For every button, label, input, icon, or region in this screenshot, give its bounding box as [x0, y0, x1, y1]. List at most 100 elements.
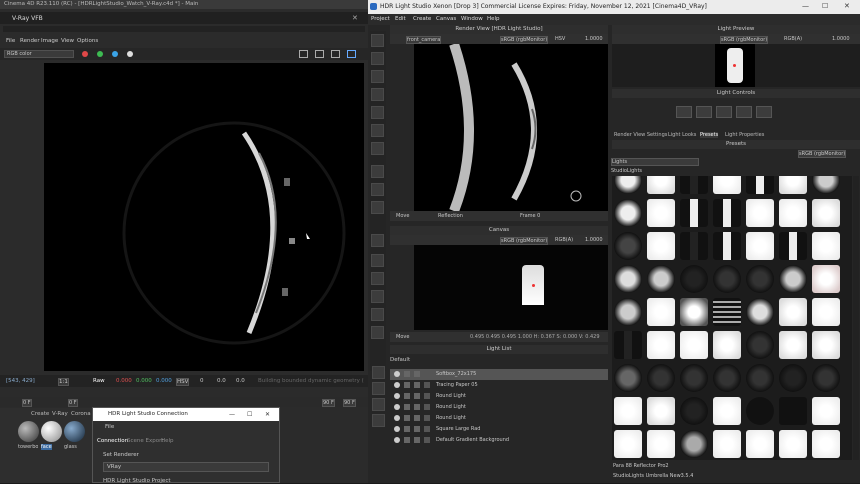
preset-thumbnail[interactable]: [647, 331, 675, 359]
tool-erase-icon[interactable]: [371, 70, 384, 83]
preset-thumbnail[interactable]: [614, 265, 642, 293]
visibility-icon[interactable]: [394, 415, 400, 421]
preset-thumbnail[interactable]: [647, 176, 675, 194]
preset-thumbnail[interactable]: [647, 265, 675, 293]
preset-thumbnail[interactable]: [647, 364, 675, 392]
menu-view[interactable]: View: [61, 38, 74, 44]
lock-icon[interactable]: [414, 426, 420, 432]
light-list-item[interactable]: Tracing Paper 05: [390, 380, 608, 391]
tab-presets[interactable]: Presets: [700, 132, 719, 138]
duplicate-light-icon[interactable]: [372, 398, 385, 411]
preview-exposure-value[interactable]: 1.0000: [832, 36, 850, 42]
preset-thumbnail[interactable]: [680, 232, 708, 260]
preset-thumbnail[interactable]: [746, 364, 774, 392]
preset-thumbnail[interactable]: [713, 298, 741, 326]
control-target-icon[interactable]: [756, 106, 772, 118]
tool-square-icon[interactable]: [371, 272, 384, 285]
mat-menu-corona[interactable]: Corona: [71, 411, 91, 417]
tool-select-icon[interactable]: [371, 34, 384, 47]
control-move-icon[interactable]: [676, 106, 692, 118]
camera-select[interactable]: front_camera: [406, 36, 442, 44]
render-icon[interactable]: [347, 50, 356, 58]
menu-canvas[interactable]: Canvas: [436, 16, 456, 22]
preset-thumbnail[interactable]: [614, 199, 642, 227]
preset-thumbnail[interactable]: [647, 397, 675, 425]
renderer-select[interactable]: VRay: [103, 462, 269, 472]
color-space-select[interactable]: sRGB (rgbMonitor): [500, 36, 549, 44]
vfb-render-viewport[interactable]: [44, 63, 364, 371]
preset-thumbnail[interactable]: [779, 176, 807, 194]
preset-thumbnail[interactable]: [746, 397, 774, 425]
close-icon[interactable]: ✕: [265, 411, 270, 418]
menu-project[interactable]: Project: [371, 16, 390, 22]
preview-color-space-select[interactable]: sRGB (rgbMonitor): [720, 36, 769, 44]
tool-strip-icon[interactable]: [371, 201, 384, 214]
preset-thumbnail[interactable]: [779, 364, 807, 392]
zoom-select[interactable]: 1:1: [58, 378, 69, 386]
menu-create[interactable]: Create: [413, 16, 431, 22]
light-list-item[interactable]: Round Light: [390, 402, 608, 413]
preset-thumbnail[interactable]: [614, 232, 642, 260]
preset-thumbnail[interactable]: [812, 199, 840, 227]
canvas-color-space-select[interactable]: sRGB (rgbMonitor): [500, 237, 549, 245]
tab-help[interactable]: Help: [161, 438, 174, 444]
preset-thumbnail[interactable]: [779, 232, 807, 260]
material-ball-glass[interactable]: [64, 421, 85, 442]
preset-thumbnail[interactable]: [746, 199, 774, 227]
frame-start[interactable]: 0 F: [22, 399, 32, 407]
exposure-value[interactable]: 1.0000: [585, 36, 603, 42]
preset-thumbnail[interactable]: [713, 331, 741, 359]
maximize-icon[interactable]: ☐: [822, 2, 828, 10]
preset-thumbnail[interactable]: [713, 176, 741, 194]
preset-thumbnail[interactable]: [812, 298, 840, 326]
reflection-mode-select[interactable]: Reflection: [438, 213, 463, 219]
save-icon[interactable]: [299, 50, 308, 58]
remove-light-icon[interactable]: [372, 382, 385, 395]
preset-thumbnail[interactable]: [746, 430, 774, 458]
light-list-item[interactable]: Default Gradient Background: [390, 435, 608, 446]
preset-thumbnail[interactable]: [812, 430, 840, 458]
preset-thumbnail[interactable]: [812, 331, 840, 359]
solo-icon[interactable]: [404, 382, 410, 388]
channel-select[interactable]: RGB color: [4, 50, 74, 58]
canvas-area[interactable]: [414, 245, 608, 330]
preset-thumbnail[interactable]: [746, 331, 774, 359]
presets-color-space-select[interactable]: sRGB (rgbMonitor): [798, 150, 847, 158]
preset-thumbnail[interactable]: [713, 430, 741, 458]
preset-thumbnail[interactable]: [812, 265, 840, 293]
preset-thumbnail[interactable]: [812, 176, 840, 194]
preset-thumbnail[interactable]: [680, 265, 708, 293]
preset-thumbnail[interactable]: [779, 397, 807, 425]
tab-scene-export[interactable]: Scene Export: [127, 438, 164, 444]
tab-light-looks[interactable]: Light Looks: [668, 132, 696, 138]
visibility-icon[interactable]: [394, 426, 400, 432]
preset-thumbnail[interactable]: [713, 199, 741, 227]
blue-channel-icon[interactable]: [112, 51, 118, 57]
presets-category-select[interactable]: Lights: [611, 158, 699, 166]
tool-rect-icon[interactable]: [371, 183, 384, 196]
tool-move-icon[interactable]: [371, 142, 384, 155]
render-view-image[interactable]: [414, 42, 608, 213]
tool-rim-icon[interactable]: [371, 88, 384, 101]
tool-paint-icon[interactable]: [371, 52, 384, 65]
preset-thumbnail[interactable]: [647, 199, 675, 227]
preset-thumbnail[interactable]: [647, 298, 675, 326]
menu-render[interactable]: Render: [20, 38, 40, 44]
red-channel-icon[interactable]: [82, 51, 88, 57]
lock-icon[interactable]: [414, 393, 420, 399]
preset-thumbnail[interactable]: [746, 298, 774, 326]
preset-thumbnail[interactable]: [680, 298, 708, 326]
preset-thumbnail[interactable]: [713, 397, 741, 425]
preset-thumbnail[interactable]: [614, 298, 642, 326]
move-mode-select[interactable]: Move: [396, 213, 409, 219]
preset-thumbnail[interactable]: [680, 176, 708, 194]
close-icon[interactable]: ✕: [352, 14, 358, 22]
preset-thumbnail[interactable]: [680, 199, 708, 227]
preset-thumbnail[interactable]: [746, 265, 774, 293]
light-list-item[interactable]: Square Large Rad: [390, 424, 608, 435]
group-light-icon[interactable]: [372, 414, 385, 427]
menu-edit[interactable]: Edit: [395, 16, 406, 22]
tool-shape-icon[interactable]: [371, 124, 384, 137]
frame-current[interactable]: 0 F: [68, 399, 78, 407]
mat-menu-create[interactable]: Create: [31, 411, 49, 417]
